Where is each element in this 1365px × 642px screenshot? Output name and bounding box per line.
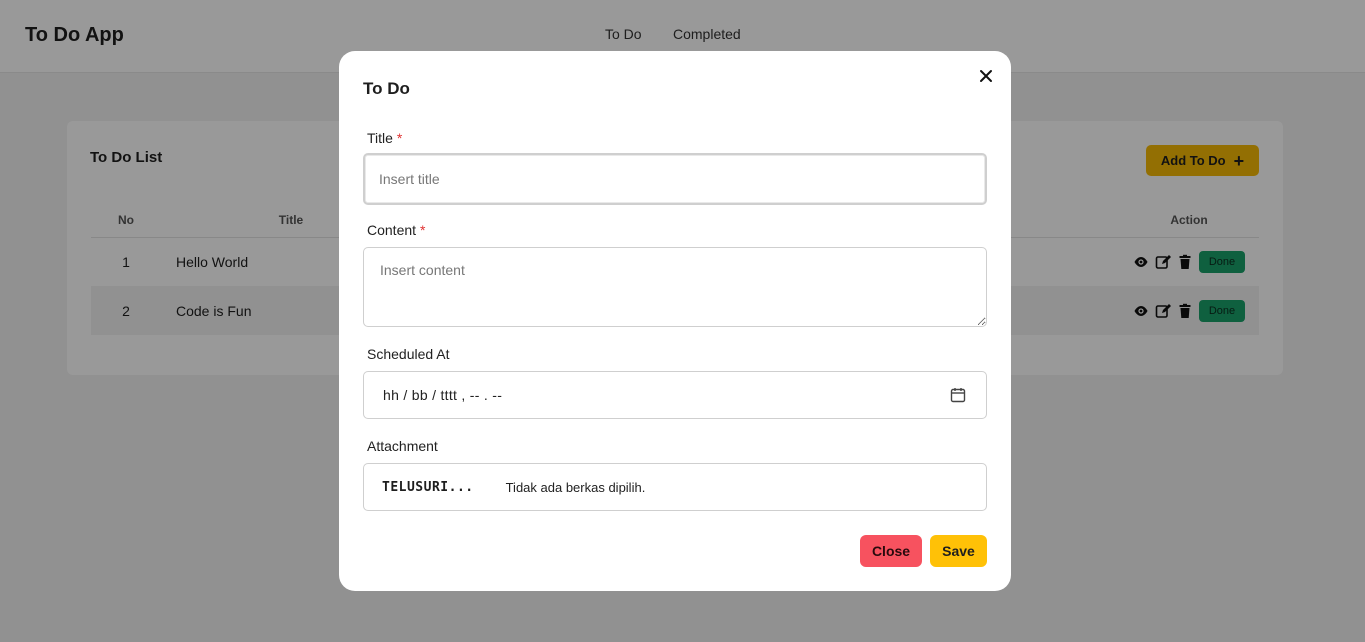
modal-title: To Do: [363, 79, 410, 98]
attachment-label: Attachment: [367, 438, 438, 454]
close-icon[interactable]: [978, 68, 994, 84]
title-input[interactable]: [363, 153, 987, 205]
save-button[interactable]: Save: [930, 535, 987, 567]
content-label: Content *: [367, 222, 425, 238]
scheduled-label: Scheduled At: [367, 346, 450, 362]
content-label-text: Content: [367, 222, 417, 238]
required-mark: *: [419, 222, 426, 238]
browse-file-button[interactable]: TELUSURI...: [382, 480, 474, 495]
attachment-file-input[interactable]: TELUSURI... Tidak ada berkas dipilih.: [363, 463, 987, 511]
content-textarea[interactable]: [363, 247, 987, 327]
datetime-placeholder: hh / bb / tttt , -- . --: [383, 387, 503, 403]
title-label-text: Title: [367, 130, 393, 146]
calendar-icon[interactable]: [950, 387, 966, 403]
title-label: Title *: [367, 130, 402, 146]
todo-modal: To Do Title * Content * Scheduled At hh …: [339, 51, 1011, 591]
close-button[interactable]: Close: [860, 535, 922, 567]
scheduled-datetime-input[interactable]: hh / bb / tttt , -- . --: [363, 371, 987, 419]
file-status-text: Tidak ada berkas dipilih.: [505, 479, 646, 495]
required-mark: *: [396, 130, 403, 146]
